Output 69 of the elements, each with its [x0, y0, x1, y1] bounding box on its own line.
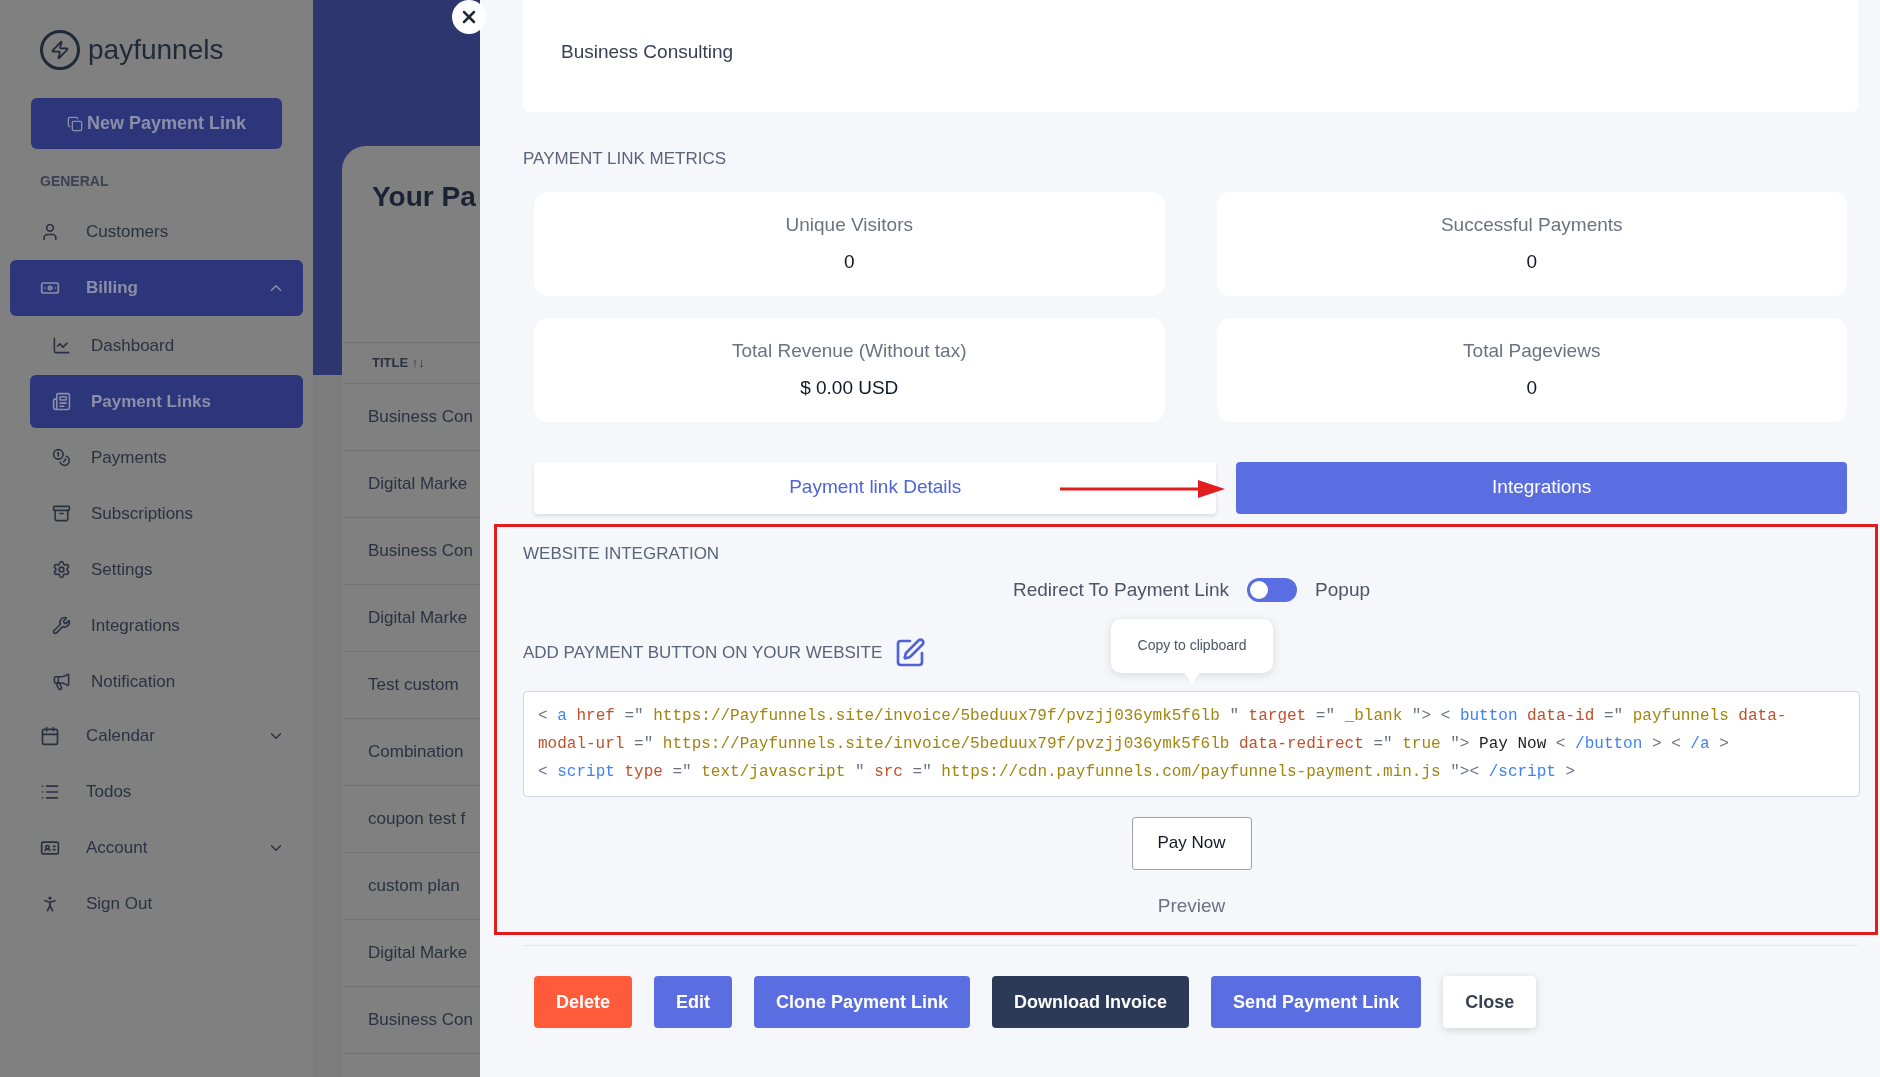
metric-value: $ 0.00 USD — [800, 375, 899, 400]
sidebar-subitem[interactable]: Settings — [30, 543, 303, 596]
pay-now-button[interactable]: Pay Now — [1131, 816, 1252, 870]
table-cell-text: Business Con — [368, 540, 473, 563]
metric-label: Total Revenue (Without tax) — [732, 339, 967, 363]
user-icon — [40, 222, 60, 242]
logo-icon — [40, 30, 80, 70]
action-button[interactable]: Download Invoice — [992, 976, 1190, 1028]
id-card-icon — [40, 838, 60, 858]
document-icon — [52, 392, 71, 411]
list-icon — [40, 782, 60, 802]
link-name: Business Consulting — [561, 41, 734, 62]
action-button[interactable]: Edit — [654, 976, 733, 1028]
edit-icon[interactable] — [894, 636, 927, 669]
metric-label: Successful Payments — [1440, 213, 1623, 237]
new-payment-link-button[interactable]: New Payment Link — [31, 98, 282, 149]
action-button[interactable]: Clone Payment Link — [754, 976, 971, 1028]
section-title: ADD PAYMENT BUTTON ON YOUR WEBSITE — [523, 641, 883, 664]
sidebar-item[interactable]: Account — [10, 820, 303, 876]
table-cell-text: Digital Marke — [368, 473, 468, 496]
section-title: WEBSITE INTEGRATION — [523, 542, 721, 565]
code-block[interactable]: < a href =" https://Payfunnels.site/invoice/5beduux79f/pvzjj036ymk5f6lb " target =" _blank "> < button data-id =" payfunnels data- modal-url =" https://Payfunnels.site/invoice/5beduux79f/pvzjj036ymk5f6lb data-redirect =" true "> Pay Now < /button > < /a > < script type =" text/javascript " src =" https://cdn.payfunnels.com/payfunnels-payment.min.js ">< /script > — [523, 690, 1860, 797]
sidebar-subitem[interactable]: Subscriptions — [30, 487, 303, 540]
table-cell-text: custom plan — [368, 875, 460, 898]
preview-label: Preview — [1157, 893, 1226, 918]
sidebar-item[interactable]: Sign Out — [10, 876, 303, 932]
logo-text: payfunnels — [88, 33, 224, 67]
coins-icon — [52, 448, 71, 467]
sidebar-item[interactable]: Todos — [10, 764, 303, 820]
tools-icon — [52, 616, 71, 635]
copy-icon — [66, 115, 83, 132]
tab[interactable]: Payment link Details — [534, 461, 1217, 514]
sidebar-subitem[interactable]: Dashboard — [30, 319, 303, 372]
archive-icon — [52, 504, 71, 523]
metric-value: 0 — [843, 249, 855, 274]
sidebar-item[interactable]: Billing — [10, 260, 303, 316]
table-cell-text: Digital Marke — [368, 942, 468, 965]
chart-icon — [52, 336, 71, 355]
tab[interactable]: Integrations — [1236, 461, 1847, 514]
metric-label: Total Pageviews — [1463, 339, 1601, 363]
column-header: TITLE ↑↓ — [372, 354, 425, 373]
page-title: Your Pa — [372, 180, 477, 214]
section-title: PAYMENT LINK METRICS — [523, 148, 728, 170]
sidebar-item[interactable]: Calendar — [10, 708, 303, 764]
sidebar-item[interactable]: Customers — [10, 204, 303, 260]
table-cell-text: Test custom — [368, 674, 459, 697]
option-label: Redirect To Payment Link — [1012, 578, 1230, 602]
calendar-icon — [40, 726, 60, 746]
table-cell-text: coupon test f — [368, 808, 466, 831]
sidebar-subitem[interactable]: Notification — [30, 655, 303, 708]
arrow-icon — [1060, 477, 1225, 500]
sidebar-subitem[interactable]: Payments — [30, 431, 303, 484]
metric-label: Unique Visitors — [785, 213, 913, 237]
section-label: GENERAL — [40, 172, 110, 191]
table-cell-text: Combination — [368, 741, 464, 764]
metric-value: 0 — [1526, 375, 1538, 400]
option-label: Popup — [1315, 578, 1371, 602]
action-button[interactable]: Send Payment Link — [1211, 976, 1422, 1028]
table-cell-text: Digital Marke — [368, 607, 468, 630]
action-button[interactable]: Close — [1443, 976, 1537, 1028]
sidebar-subitem[interactable]: Payment Links — [30, 375, 303, 428]
table-cell-text: Business Con — [368, 406, 473, 429]
megaphone-icon — [52, 672, 71, 691]
metric-value: 0 — [1526, 249, 1538, 274]
table-cell-text: Business Con — [368, 1009, 473, 1032]
sidebar-subitem[interactable]: Integrations — [30, 599, 303, 652]
settings-icon — [52, 560, 71, 579]
action-button[interactable]: Delete — [534, 976, 633, 1028]
toggle-switch[interactable] — [1247, 578, 1298, 603]
